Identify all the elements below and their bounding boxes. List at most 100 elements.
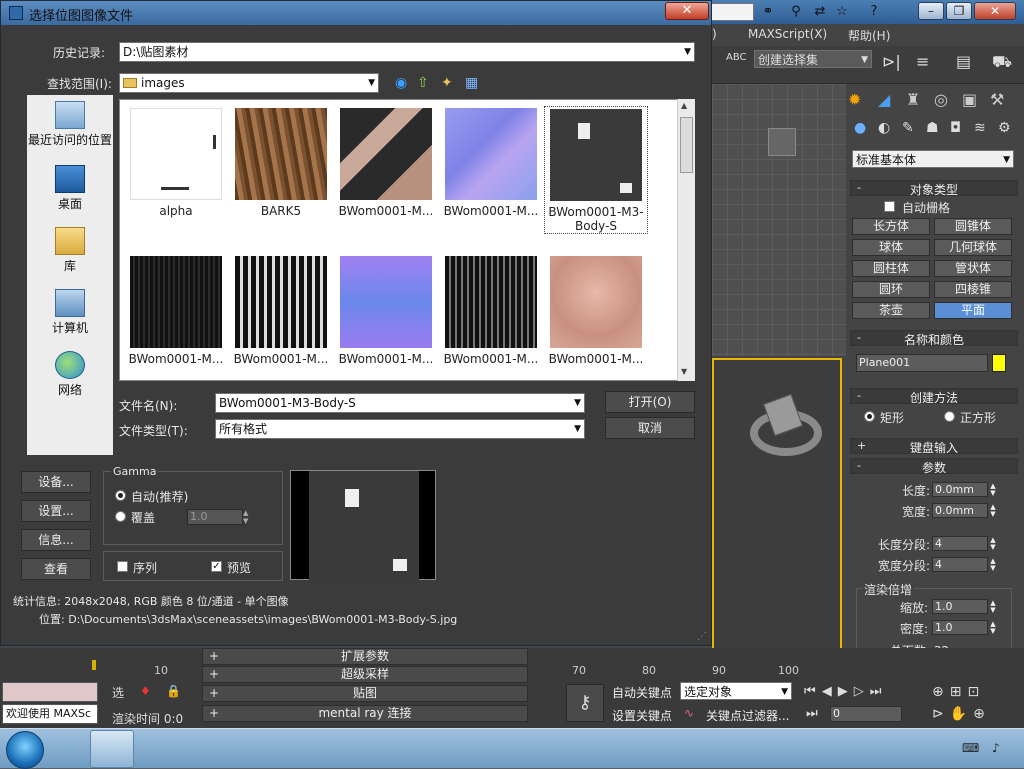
spacewarps-icon[interactable]: ≋: [974, 120, 986, 136]
restore-button[interactable]: ❐: [946, 2, 972, 20]
set-key-button[interactable]: 设置关键点: [612, 707, 672, 724]
back-icon[interactable]: ◉: [395, 75, 407, 91]
systems-icon[interactable]: ⚙: [998, 120, 1011, 136]
keyboard-entry-rollout[interactable]: + 键盘输入: [850, 438, 1018, 455]
gamma-value-input[interactable]: 1.0: [187, 509, 243, 525]
up-folder-icon[interactable]: ⇧: [417, 75, 429, 91]
cone-button[interactable]: 圆锥体: [934, 218, 1012, 235]
isolate-icon[interactable]: ♦: [140, 684, 151, 698]
file-item[interactable]: BWom0001-M...: [126, 256, 226, 366]
width-spinner[interactable]: 0.0mm: [932, 503, 988, 518]
set-key-icon[interactable]: ⚷: [566, 684, 604, 722]
gamma-override-radio[interactable]: [115, 511, 126, 522]
hierarchy-tab-icon[interactable]: ♜: [906, 90, 920, 109]
box-button[interactable]: 长方体: [852, 218, 930, 235]
align-icon[interactable]: ≡: [916, 52, 940, 74]
modify-tab-icon[interactable]: ◢: [878, 90, 890, 109]
sequence-checkbox[interactable]: [117, 561, 128, 572]
width-segs-arrows[interactable]: ▲ ▼: [988, 558, 998, 573]
menu-maxscript[interactable]: MAXScript(X): [748, 27, 827, 41]
start-orb-icon[interactable]: [6, 731, 44, 769]
helpers-icon[interactable]: ◘: [950, 120, 961, 136]
viewport-top[interactable]: [712, 84, 846, 356]
supersampling-rollout[interactable]: + 超级采样: [202, 666, 528, 683]
file-item[interactable]: BWom0001-M...: [231, 256, 331, 366]
keyboard-icon[interactable]: ⌨: [962, 741, 979, 755]
nav-controls-icon[interactable]: ⊕⊞⊡: [932, 684, 985, 700]
auto-key-button[interactable]: 自动关键点: [612, 684, 672, 701]
place-network[interactable]: 网络: [27, 351, 113, 398]
viewport-perspective[interactable]: [712, 358, 842, 658]
density-spinner-arrows[interactable]: ▲ ▼: [988, 621, 998, 636]
gamma-auto-radio[interactable]: [115, 490, 126, 501]
place-desktop[interactable]: 桌面: [27, 165, 113, 212]
help-icon[interactable]: ?: [864, 3, 884, 21]
cancel-button[interactable]: 取消: [605, 417, 695, 439]
dialog-close-button[interactable]: ✕: [665, 2, 709, 20]
geosphere-button[interactable]: 几何球体: [934, 239, 1012, 256]
length-segs-arrows[interactable]: ▲ ▼: [988, 537, 998, 552]
filename-combo[interactable]: BWom0001-M3-Body-S ▼: [215, 393, 585, 413]
place-libraries[interactable]: 库: [27, 227, 113, 274]
key-mode-toggle-icon[interactable]: ⏭: [806, 706, 818, 721]
key-filters-button[interactable]: 关键点过滤器...: [706, 707, 789, 724]
maxscript-listener-white[interactable]: 欢迎使用 MAXSc: [2, 704, 98, 724]
autogrid-checkbox[interactable]: [884, 201, 895, 212]
render-icon[interactable]: ⛟: [992, 52, 1016, 74]
file-item[interactable]: BARK5: [231, 108, 331, 218]
object-type-rollout[interactable]: - 对象类型: [850, 180, 1018, 197]
close-button[interactable]: ✕: [974, 2, 1016, 20]
file-item[interactable]: BWom0001-M...: [441, 256, 541, 366]
length-spinner-arrows[interactable]: ▲ ▼: [988, 483, 998, 498]
view-button[interactable]: 查看: [21, 558, 91, 580]
place-computer[interactable]: 计算机: [27, 289, 113, 336]
torus-button[interactable]: 圆环: [852, 281, 930, 298]
square-radio[interactable]: [944, 411, 955, 422]
cylinder-button[interactable]: 圆柱体: [852, 260, 930, 277]
current-frame-spinner[interactable]: 0: [830, 706, 902, 722]
utilities-tab-icon[interactable]: ⚒: [990, 90, 1004, 109]
edit-named-selection-icon[interactable]: ABC: [726, 52, 750, 78]
sphere-button[interactable]: 球体: [852, 239, 930, 256]
width-segs-spinner[interactable]: 4: [932, 557, 988, 572]
dialog-title-bar[interactable]: 选择位图图像文件 ✕: [1, 1, 711, 25]
scrollbar-thumb[interactable]: [680, 117, 693, 173]
devices-button[interactable]: 设备...: [21, 471, 91, 493]
playback-controls-icon[interactable]: ⏮◀▶▷⏭: [804, 684, 887, 699]
file-item[interactable]: BWom0001-M...: [441, 108, 541, 218]
mirror-icon[interactable]: ⊳|: [882, 52, 906, 74]
place-recent[interactable]: 最近访问的位置: [27, 101, 113, 148]
shapes-icon[interactable]: ◐: [878, 120, 890, 136]
object-name-input[interactable]: Plane001: [856, 354, 988, 372]
lock-icon[interactable]: 🔒: [166, 684, 181, 698]
open-button[interactable]: 打开(O): [605, 391, 695, 413]
teapot-button[interactable]: 茶壶: [852, 302, 930, 319]
look-in-combo[interactable]: images ▼: [119, 73, 379, 93]
parameters-rollout[interactable]: - 参数: [850, 458, 1018, 475]
motion-tab-icon[interactable]: ◎: [934, 90, 948, 109]
scale-spinner-arrows[interactable]: ▲ ▼: [988, 600, 998, 615]
create-tab-icon[interactable]: ✹: [848, 90, 861, 109]
maxscript-listener-pink[interactable]: [2, 682, 98, 702]
key-mode-combo[interactable]: 选定对象 ▼: [680, 682, 792, 700]
filetype-combo[interactable]: 所有格式 ▼: [215, 419, 585, 439]
scroll-down-icon[interactable]: ▼: [681, 367, 687, 376]
file-item-selected[interactable]: BWom0001-M3-Body-S: [544, 106, 648, 234]
plane-button[interactable]: 平面: [934, 302, 1012, 319]
object-color-swatch[interactable]: [992, 354, 1006, 372]
density-spinner[interactable]: 1.0: [932, 620, 988, 635]
width-spinner-arrows[interactable]: ▲ ▼: [988, 504, 998, 519]
new-folder-icon[interactable]: ✦: [441, 75, 453, 91]
name-color-rollout[interactable]: - 名称和颜色: [850, 330, 1018, 347]
setup-button[interactable]: 设置...: [21, 500, 91, 522]
creation-method-rollout[interactable]: - 创建方法: [850, 388, 1018, 405]
layer-icon[interactable]: ▤: [956, 52, 980, 74]
mental-ray-rollout[interactable]: + mental ray 连接: [202, 705, 528, 722]
category-combo[interactable]: 标准基本体 ▼: [852, 150, 1014, 168]
exchange-icon[interactable]: ⇄: [810, 3, 830, 21]
gamma-spinner-arrows[interactable]: ▲ ▼: [243, 509, 253, 525]
binoculars-icon[interactable]: ⚭: [758, 3, 778, 21]
history-combo[interactable]: D:\贴图素材 ▼: [119, 42, 695, 62]
nav-controls-icon[interactable]: ⊳✋⊕: [932, 706, 991, 722]
file-item[interactable]: BWom0001-M...: [546, 256, 646, 366]
